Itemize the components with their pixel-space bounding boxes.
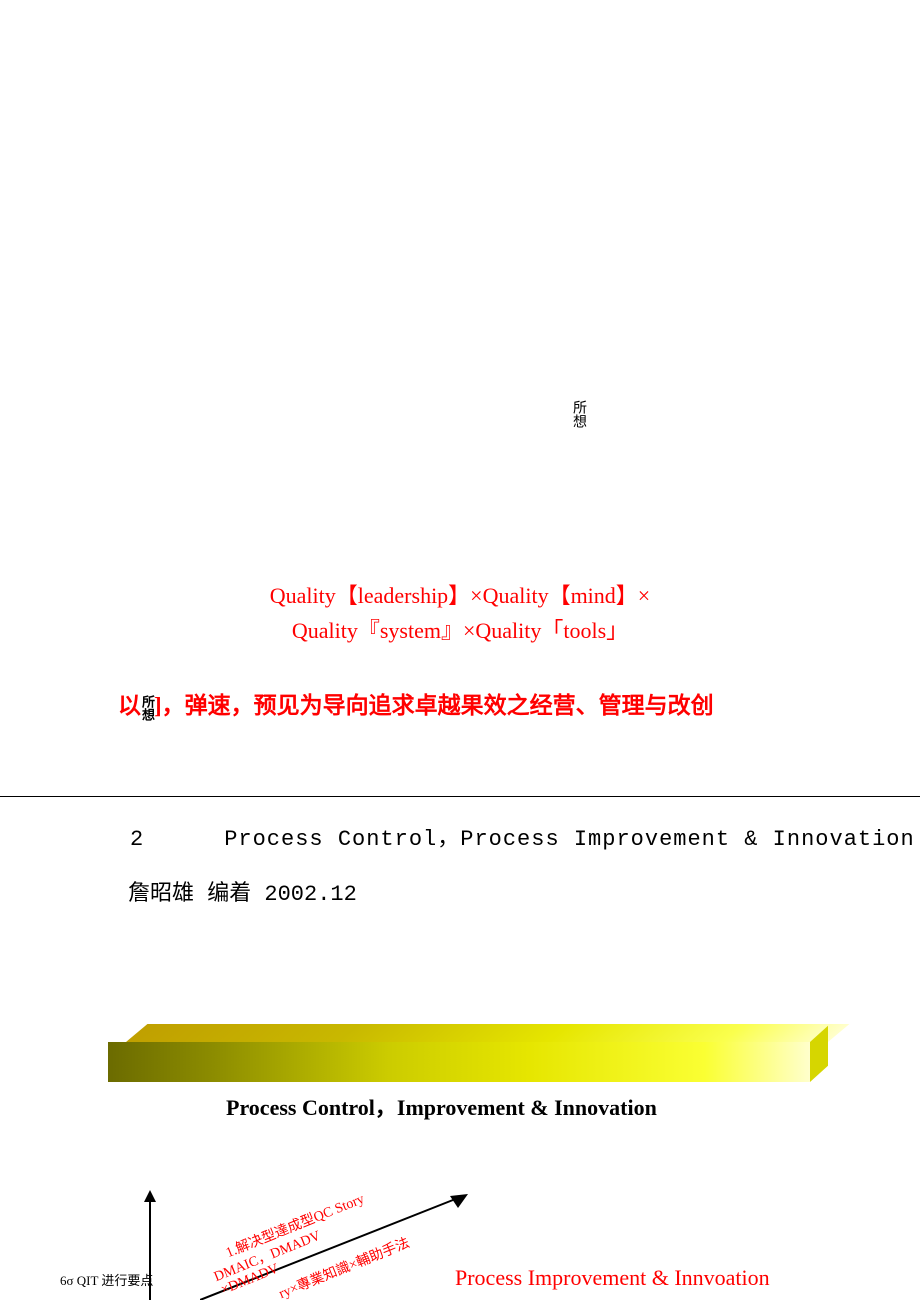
quality-line-2: Quality『system』×Quality「tools」 — [110, 613, 810, 648]
footer-text: 6σ QIT 进行要点 — [60, 1270, 153, 1289]
line3-pre: 以 — [118, 693, 141, 718]
bottom-red-title: Process Improvement & Innvoation — [455, 1265, 770, 1291]
horizontal-rule — [0, 796, 920, 797]
red-quality-statement: Quality【leadership】×Quality【mind】× Quali… — [110, 578, 810, 725]
bar-label: Process Control，Improvement & Innovation — [226, 1090, 657, 1122]
bar-front-face — [108, 1042, 810, 1082]
quality-line-3: 以所想]，弹速，预见为导向追求卓越果效之经营、管理与改创 — [110, 688, 810, 725]
bar-top-face — [126, 1024, 849, 1042]
gradient-bar-3d — [108, 1024, 828, 1082]
quality-line-1: Quality【leadership】×Quality【mind】× — [110, 578, 810, 613]
section-2-heading: 2 Process Control，Process Improvement & I… — [130, 820, 915, 852]
decorative-mark: 所想 — [568, 400, 588, 428]
author-line: 詹昭雄 编着 2002.12 — [128, 875, 357, 907]
line3-post: ]，弹速，预见为导向追求卓越果效之经营、管理与改创 — [154, 693, 714, 718]
inline-mark-icon: 所想 — [141, 695, 154, 721]
section-number: 2 — [130, 827, 144, 852]
section-title: Process Control，Process Improvement & In… — [224, 827, 915, 852]
